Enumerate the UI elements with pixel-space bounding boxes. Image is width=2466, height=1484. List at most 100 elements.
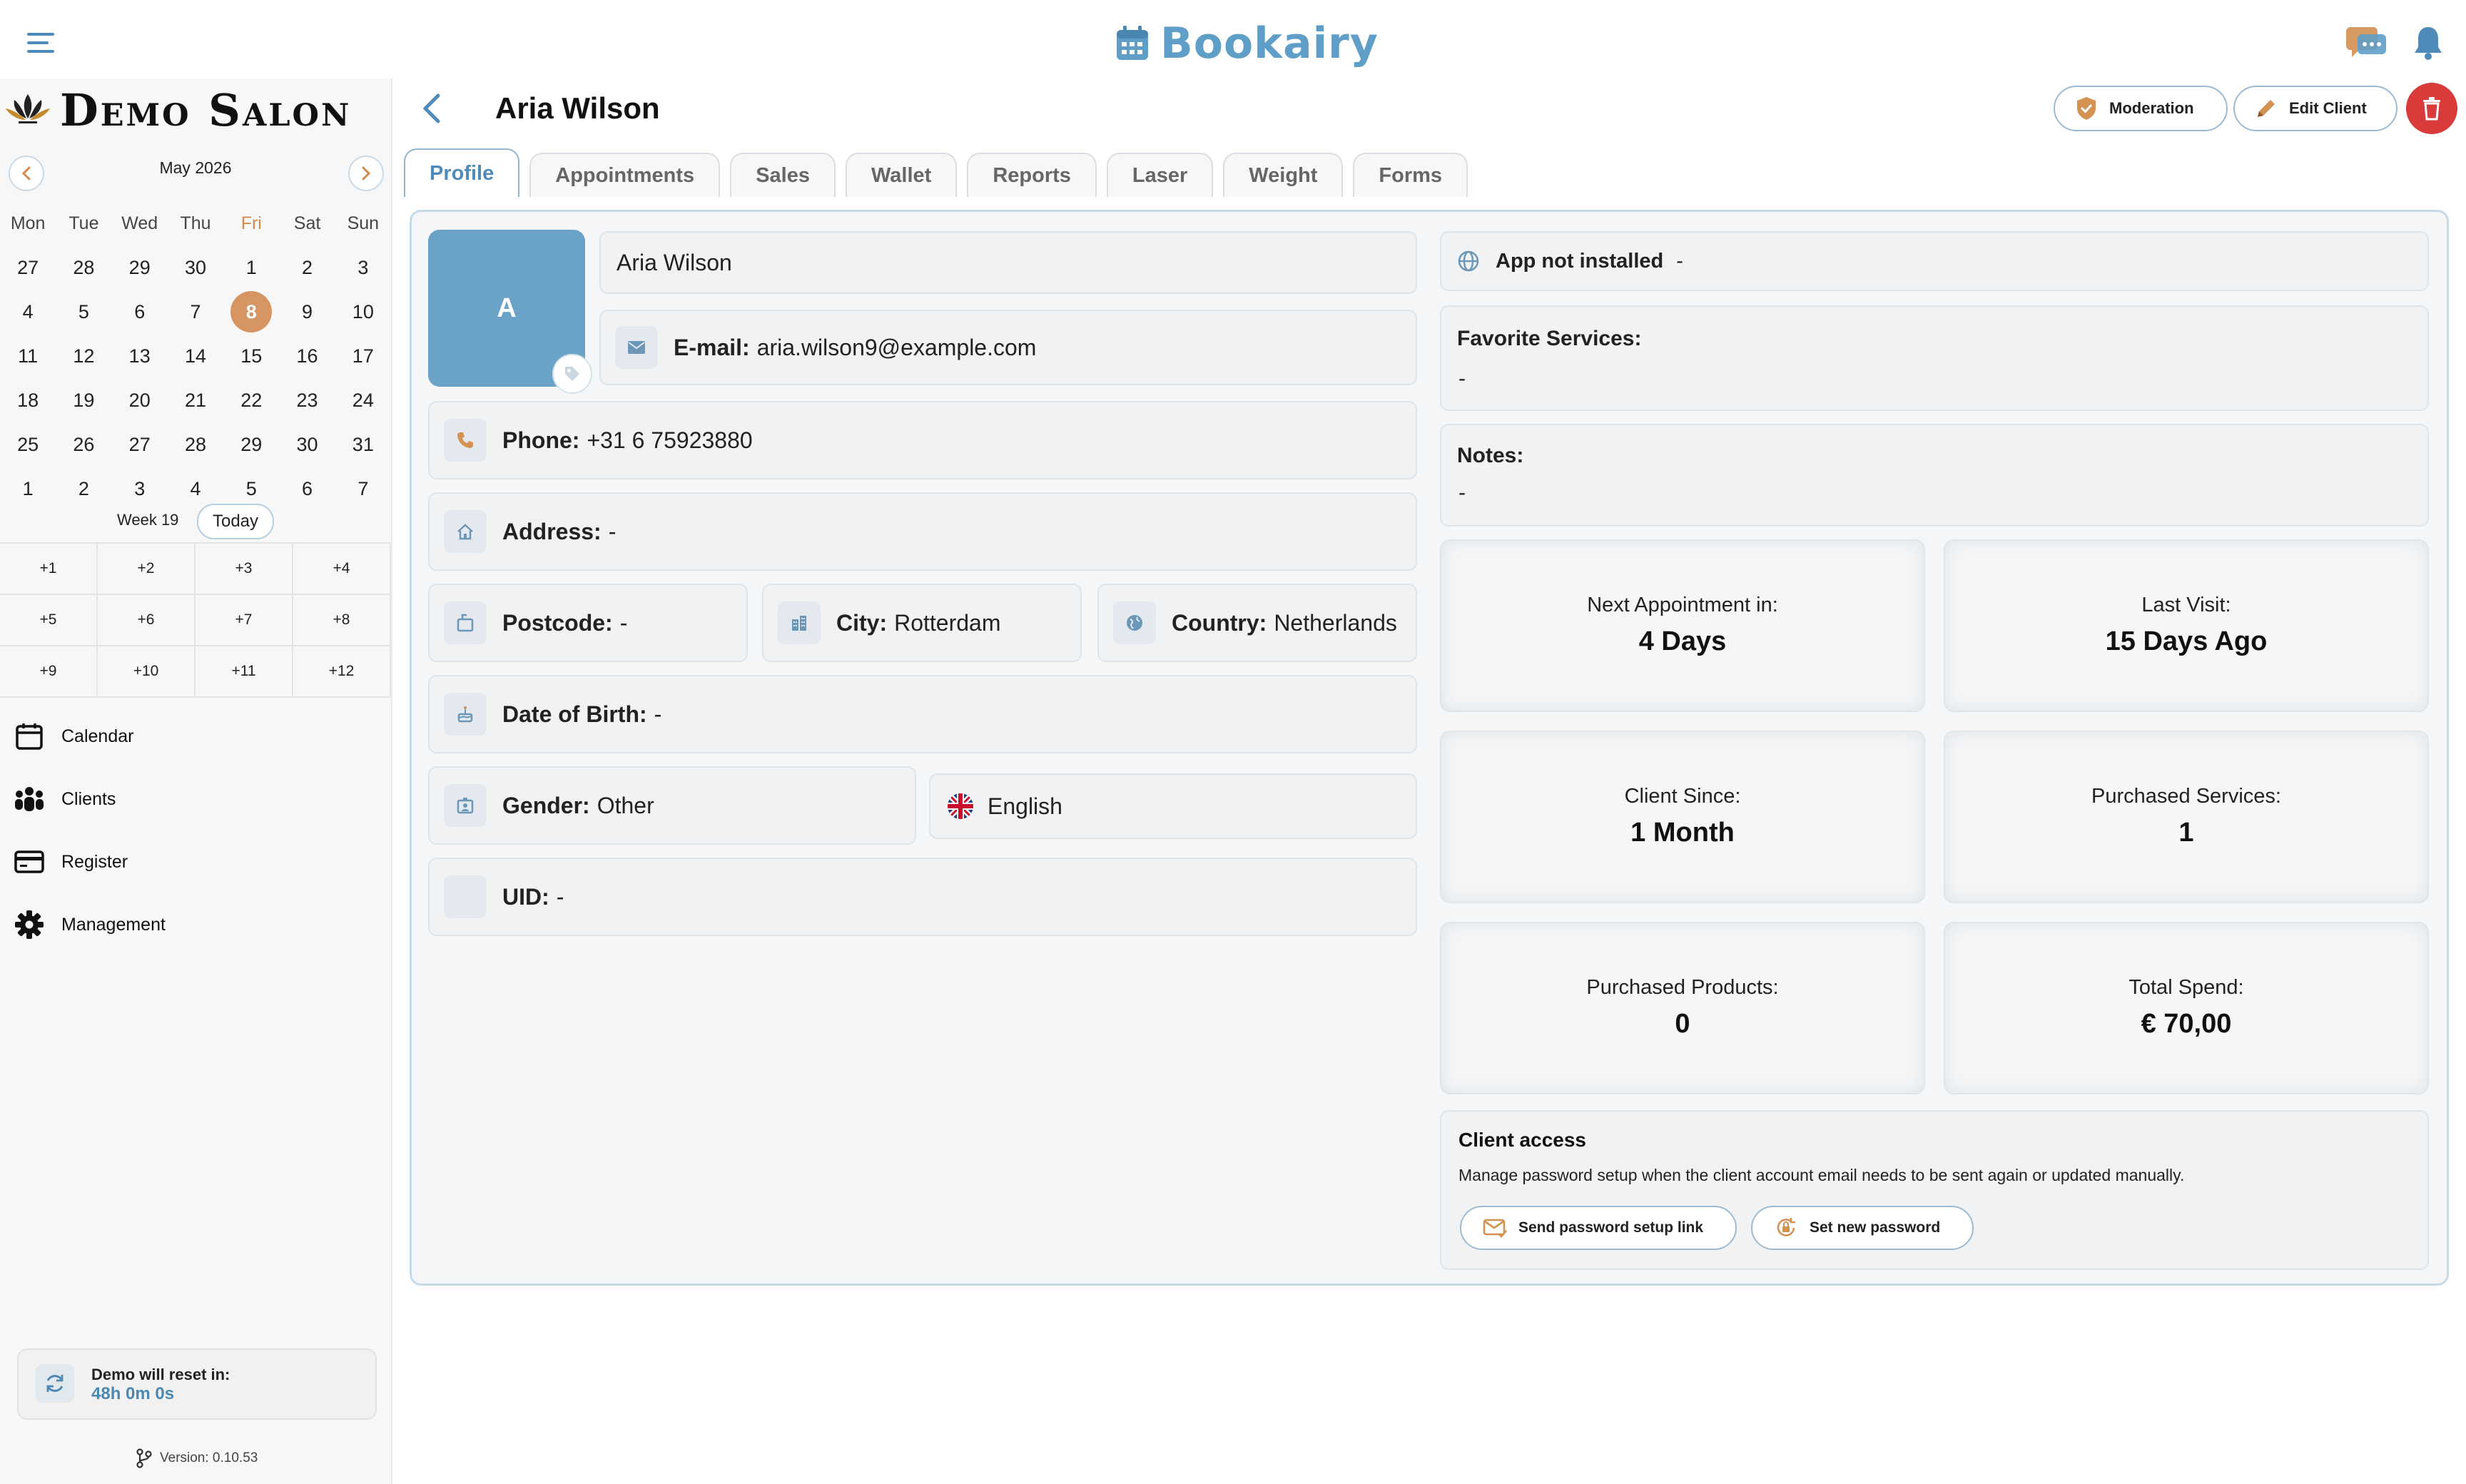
- calendar-day[interactable]: 1: [0, 478, 56, 500]
- calendar-day[interactable]: 30: [279, 434, 335, 456]
- calendar-week-row: 27 28 29 30 1 2 3: [0, 245, 391, 290]
- calendar-day[interactable]: 4: [0, 301, 56, 323]
- calendar-next-month-button[interactable]: [348, 156, 384, 191]
- calendar-day[interactable]: 6: [112, 301, 168, 323]
- calendar-week-row: 18 19 20 21 22 23 24: [0, 378, 391, 422]
- uid-value: -: [556, 883, 564, 910]
- calendar-day[interactable]: 25: [0, 434, 56, 456]
- quick-jump-button[interactable]: +4: [293, 544, 391, 595]
- send-password-link-button[interactable]: Send password setup link: [1460, 1206, 1737, 1250]
- calendar-day[interactable]: 16: [279, 345, 335, 367]
- app-status-field: App not installed -: [1440, 231, 2429, 291]
- tab-forms[interactable]: Forms: [1353, 153, 1468, 197]
- calendar-day[interactable]: 7: [168, 301, 223, 323]
- calendar-day[interactable]: 12: [56, 345, 111, 367]
- calendar-day[interactable]: 21: [168, 390, 223, 412]
- calendar-day[interactable]: 5: [56, 301, 111, 323]
- salon-logo[interactable]: Demo Salon: [4, 81, 390, 138]
- tab-wallet[interactable]: Wallet: [845, 153, 958, 197]
- calendar-day[interactable]: 18: [0, 390, 56, 412]
- top-bar: Bookairy: [0, 0, 2466, 86]
- quick-jump-button[interactable]: +9: [0, 646, 98, 698]
- tab-appointments[interactable]: Appointments: [529, 153, 721, 197]
- hamburger-menu-icon[interactable]: [24, 29, 57, 57]
- calendar-day[interactable]: 26: [56, 434, 111, 456]
- calendar-day[interactable]: 13: [112, 345, 168, 367]
- quick-jump-button[interactable]: +11: [196, 646, 293, 698]
- calendar-day[interactable]: 27: [0, 257, 56, 279]
- calendar-day[interactable]: 31: [335, 434, 391, 456]
- chat-icon[interactable]: [2345, 24, 2388, 61]
- users-icon: [13, 783, 46, 815]
- calendar-day[interactable]: 2: [56, 478, 111, 500]
- quick-jump-button[interactable]: +3: [196, 544, 293, 595]
- quick-jump-button[interactable]: +5: [0, 595, 98, 646]
- calendar-day-selected[interactable]: 8: [223, 291, 279, 332]
- calendar-day[interactable]: 24: [335, 390, 391, 412]
- delete-client-button[interactable]: [2406, 83, 2457, 134]
- stat-total-spend: Total Spend: € 70,00: [1944, 922, 2429, 1094]
- sidebar-item-management[interactable]: Management: [13, 903, 166, 946]
- calendar-day[interactable]: 30: [168, 257, 223, 279]
- back-button[interactable]: [418, 91, 445, 126]
- week-controls: Week 19 Today: [0, 501, 391, 541]
- notes-value: -: [1458, 481, 1466, 504]
- calendar-day[interactable]: 28: [56, 257, 111, 279]
- brand-logo[interactable]: Bookairy: [1115, 19, 1379, 68]
- email-field: E-mail: aria.wilson9@example.com: [599, 310, 1417, 385]
- calendar-day[interactable]: 28: [168, 434, 223, 456]
- weekday-label: Sun: [347, 213, 380, 233]
- set-new-password-button[interactable]: Set new password: [1751, 1206, 1974, 1250]
- quick-jump-button[interactable]: +8: [293, 595, 391, 646]
- calendar-day[interactable]: 22: [223, 390, 279, 412]
- tab-sales[interactable]: Sales: [730, 153, 836, 197]
- calendar-day[interactable]: 27: [112, 434, 168, 456]
- tag-icon[interactable]: [552, 354, 592, 394]
- notifications-bell-icon[interactable]: [2412, 24, 2445, 61]
- tab-weight[interactable]: Weight: [1223, 153, 1344, 197]
- city-value: Rotterdam: [894, 609, 1001, 636]
- calendar-day[interactable]: 5: [223, 478, 279, 500]
- calendar-day[interactable]: 1: [223, 257, 279, 279]
- calendar-day[interactable]: 11: [0, 345, 56, 367]
- quick-jump-button[interactable]: +1: [0, 544, 98, 595]
- calendar-day[interactable]: 9: [279, 301, 335, 323]
- country-label: Country:: [1172, 609, 1267, 636]
- postcode-value: -: [619, 609, 628, 636]
- calendar-day[interactable]: 20: [112, 390, 168, 412]
- calendar-day[interactable]: 29: [223, 434, 279, 456]
- quick-jump-button[interactable]: +2: [98, 544, 196, 595]
- client-name-title: Aria Wilson: [495, 91, 660, 125]
- calendar-day[interactable]: 7: [335, 478, 391, 500]
- tab-laser[interactable]: Laser: [1106, 153, 1214, 197]
- git-branch-icon: [136, 1448, 153, 1468]
- moderation-button[interactable]: Moderation: [2054, 86, 2228, 131]
- calendar-day[interactable]: 14: [168, 345, 223, 367]
- edit-client-button[interactable]: Edit Client: [2233, 86, 2398, 131]
- calendar-day[interactable]: 23: [279, 390, 335, 412]
- today-button[interactable]: Today: [197, 504, 274, 539]
- calendar-day[interactable]: 10: [335, 301, 391, 323]
- calendar-day[interactable]: 4: [168, 478, 223, 500]
- calendar-day[interactable]: 2: [279, 257, 335, 279]
- quick-jump-button[interactable]: +12: [293, 646, 391, 698]
- postcode-field: Postcode: -: [428, 584, 748, 662]
- quick-jump-grid: +1 +2 +3 +4 +5 +6 +7 +8 +9 +10 +11 +12: [0, 542, 391, 698]
- calendar-day[interactable]: 6: [279, 478, 335, 500]
- calendar-day[interactable]: 3: [112, 478, 168, 500]
- calendar-day[interactable]: 19: [56, 390, 111, 412]
- tab-profile[interactable]: Profile: [404, 148, 520, 197]
- quick-jump-button[interactable]: +6: [98, 595, 196, 646]
- sidebar-item-calendar[interactable]: Calendar: [13, 715, 133, 758]
- language-field[interactable]: English: [929, 773, 1417, 839]
- calendar-day[interactable]: 29: [112, 257, 168, 279]
- calendar-day[interactable]: 3: [335, 257, 391, 279]
- quick-jump-button[interactable]: +10: [98, 646, 196, 698]
- calendar-day[interactable]: 15: [223, 345, 279, 367]
- quick-jump-button[interactable]: +7: [196, 595, 293, 646]
- tab-reports[interactable]: Reports: [967, 153, 1097, 197]
- calendar-day[interactable]: 17: [335, 345, 391, 367]
- sidebar-item-clients[interactable]: Clients: [13, 778, 116, 820]
- sidebar-item-register[interactable]: Register: [13, 840, 128, 883]
- calendar-weekday-header: Mon Tue Wed Thu Fri Sat Sun: [0, 201, 391, 245]
